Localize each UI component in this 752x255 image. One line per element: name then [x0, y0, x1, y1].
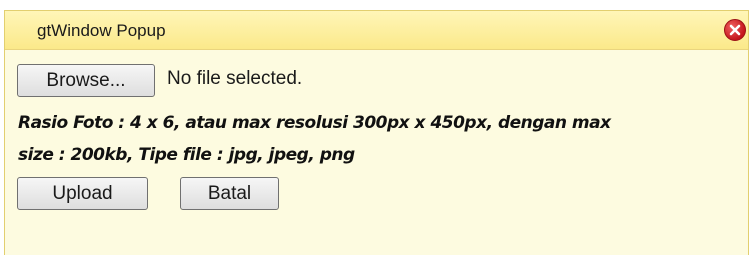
upload-info-text: Rasio Foto : 4 x 6, atau max resolusi 30…	[18, 107, 738, 171]
browse-button[interactable]: Browse...	[17, 64, 155, 97]
title-bar[interactable]: gtWindow Popup	[5, 11, 748, 50]
cancel-button[interactable]: Batal	[180, 177, 279, 210]
window-title: gtWindow Popup	[37, 21, 166, 40]
file-status-text: No file selected.	[167, 68, 303, 89]
info-line: Rasio Foto : 4 x 6, atau max resolusi 30…	[18, 113, 611, 133]
close-icon[interactable]	[724, 19, 746, 41]
upload-button[interactable]: Upload	[17, 177, 148, 210]
info-line: size : 200kb, Tipe file : jpg, jpeg, png	[18, 145, 355, 165]
